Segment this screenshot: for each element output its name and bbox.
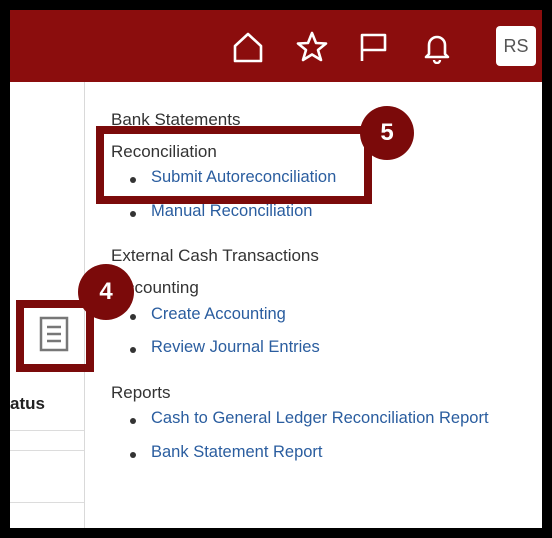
section-external-cash-transactions: External Cash Transactions [111,246,319,265]
app-frame: RS atus Bank Statements Reconciliation S… [10,10,542,528]
flag-icon[interactable] [357,30,391,64]
bell-icon[interactable] [420,30,454,64]
section-reports: Reports [111,383,171,402]
home-icon[interactable] [231,30,265,64]
list-bullet [130,452,136,458]
document-icon[interactable] [39,316,69,352]
step-badge-4: 4 [78,264,134,320]
column-header-status: atus [10,394,45,413]
list-bullet [130,314,136,320]
row-divider [10,450,84,451]
link-bank-statement-report[interactable]: Bank Statement Report [151,443,323,462]
row-divider [10,430,84,431]
link-review-journal-entries[interactable]: Review Journal Entries [151,338,320,357]
list-bullet [130,347,136,353]
list-bullet [130,418,136,424]
avatar[interactable]: RS [496,26,536,66]
link-create-accounting[interactable]: Create Accounting [151,305,286,324]
row-divider [10,502,84,503]
section-accounting: ccounting [126,278,199,297]
star-icon[interactable] [295,30,329,64]
list-bullet [130,211,136,217]
callout-box-step5 [96,126,372,204]
step-badge-5: 5 [360,106,414,160]
link-manual-reconciliation[interactable]: Manual Reconciliation [151,202,312,221]
top-bar: RS [10,10,542,82]
link-cash-to-gl-reconciliation-report[interactable]: Cash to General Ledger Reconciliation Re… [151,409,489,428]
